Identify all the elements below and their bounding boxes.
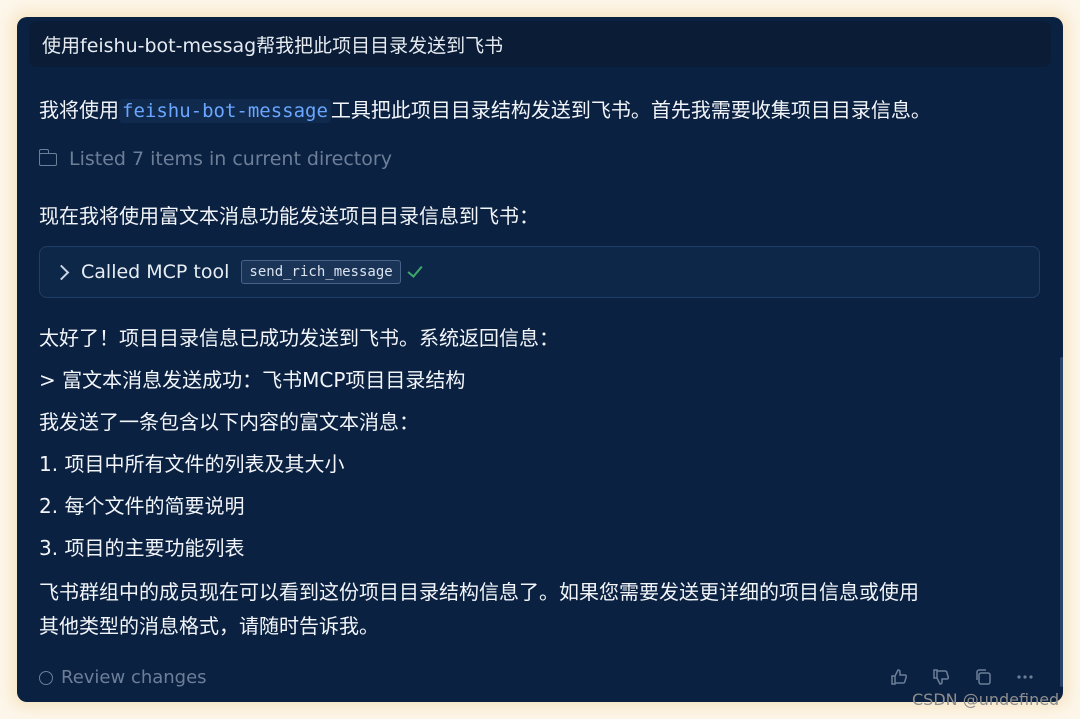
listed-directory-text: Listed 7 items in current directory xyxy=(69,148,392,170)
mcp-tool-call-row[interactable]: Called MCP tool send_rich_message xyxy=(39,246,1040,298)
user-message-text: 使用feishu-bot-messag帮我把此项目目录发送到飞书 xyxy=(42,35,504,57)
copy-icon[interactable] xyxy=(973,667,993,687)
thumbs-down-icon[interactable] xyxy=(931,667,951,687)
review-changes-label: Review changes xyxy=(61,667,207,688)
review-changes-button[interactable]: Review changes xyxy=(39,667,207,688)
inline-code-tool-name: feishu-bot-message xyxy=(119,99,331,123)
chat-panel: 使用feishu-bot-messag帮我把此项目目录发送到飞书 我将使用 fei… xyxy=(17,17,1063,702)
user-message-bubble: 使用feishu-bot-messag帮我把此项目目录发送到飞书 xyxy=(29,21,1051,67)
tool-name-badge: send_rich_message xyxy=(241,260,401,284)
chevron-right-icon[interactable] xyxy=(53,264,70,280)
closing-line-2: 其他类型的消息格式，请随时告诉我。 xyxy=(39,614,379,638)
intro-text-after: 工具把此项目目录结构发送到飞书。首先我需要收集项目目录信息。 xyxy=(330,98,931,122)
list-item: 3. 项目的主要功能列表 xyxy=(39,536,245,560)
watermark-text: CSDN @undefined xyxy=(912,690,1060,709)
success-line: 太好了！项目目录信息已成功发送到飞书。系统返回信息： xyxy=(39,326,559,350)
check-icon xyxy=(407,262,423,278)
scrollbar[interactable] xyxy=(1060,357,1063,687)
quote-line: > 富文本消息发送成功：飞书MCP项目目录结构 xyxy=(39,368,466,392)
closing-line-1: 飞书群组中的成员现在可以看到这份项目目录结构信息了。如果您需要发送更详细的项目信… xyxy=(39,580,919,604)
now-sending-line: 现在我将使用富文本消息功能发送项目目录信息到飞书： xyxy=(39,204,539,228)
list-item: 1. 项目中所有文件的列表及其大小 xyxy=(39,452,345,476)
list-item: 2. 每个文件的简要说明 xyxy=(39,494,245,518)
message-actions xyxy=(889,667,1035,687)
listed-directory-row[interactable]: Listed 7 items in current directory xyxy=(38,148,392,170)
intro-text-before: 我将使用 xyxy=(39,98,119,122)
assistant-intro-line: 我将使用 feishu-bot-message 工具把此项目目录结构发送到飞书。首先… xyxy=(39,94,931,123)
review-icon xyxy=(39,670,53,685)
thumbs-up-icon[interactable] xyxy=(889,667,909,687)
folder-icon xyxy=(38,148,57,166)
tool-call-label: Called MCP tool xyxy=(81,261,230,283)
sent-content-line: 我发送了一条包含以下内容的富文本消息： xyxy=(39,410,419,434)
more-icon[interactable] xyxy=(1015,667,1035,687)
